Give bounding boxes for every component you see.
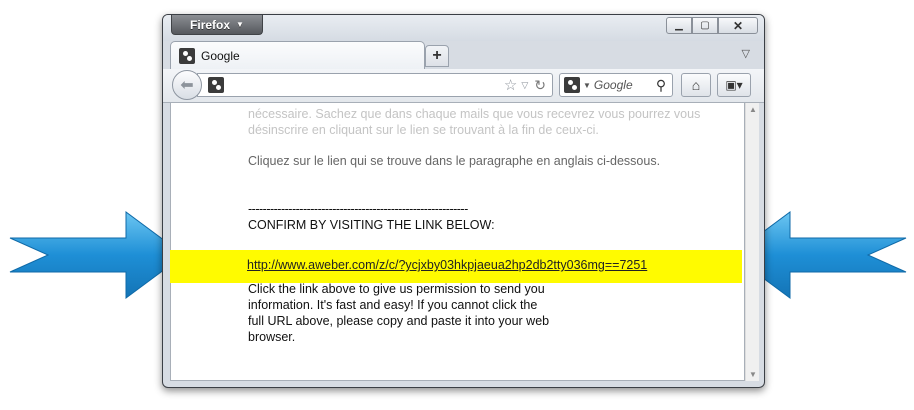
history-dropdown-icon[interactable]: ▽ [521, 80, 528, 91]
new-tab-button[interactable]: + [425, 45, 449, 67]
plus-icon: + [432, 47, 442, 64]
url-bar: ☆ ▽ ↻ [197, 73, 553, 97]
confirm-heading: CONFIRM BY VISITING THE LINK BELOW: [248, 218, 495, 232]
google-favicon-icon [179, 47, 195, 64]
reload-icon[interactable]: ↻ [534, 77, 546, 94]
scroll-up-icon[interactable]: ▲ [749, 105, 757, 114]
faded-text-line: désinscrire en cliquant sur le lien se t… [248, 123, 599, 137]
minimize-button[interactable]: ▁ [666, 17, 692, 34]
tab-google[interactable]: Google [170, 41, 425, 69]
firefox-menu-button[interactable]: Firefox ▼ [171, 15, 263, 35]
browser-window: Firefox ▼ ▁ ▢ ✕ Google + ▽ ☆ ▽ ↻ ⬅ ▼ Goo… [162, 14, 765, 388]
tab-strip: Google + ▽ [163, 39, 764, 69]
search-engine-dropdown-icon[interactable]: ▼ [583, 81, 591, 90]
confirm-link[interactable]: http://www.aweber.com/z/c/?ycjxby03hkpja… [247, 258, 647, 272]
bookmark-star-icon[interactable]: ☆ [504, 76, 517, 94]
body-text-line: Click the link above to give us permissi… [248, 282, 545, 296]
home-button[interactable]: ⌂ [681, 73, 711, 97]
chevron-down-icon: ▼ [236, 20, 244, 29]
page-content: nécessaire. Sachez que dans chaque mails… [170, 103, 745, 381]
tab-title: Google [201, 48, 240, 63]
url-input[interactable] [230, 75, 504, 95]
maximize-icon: ▢ [700, 20, 710, 31]
maximize-button[interactable]: ▢ [692, 17, 718, 34]
firefox-menu-label: Firefox [190, 17, 231, 32]
left-pointing-arrow-graphic [9, 211, 185, 299]
body-text-line: browser. [248, 330, 296, 344]
scroll-down-icon[interactable]: ▼ [749, 370, 757, 379]
search-engine-icon[interactable] [564, 77, 580, 93]
home-icon: ⌂ [691, 77, 701, 93]
bookmarks-icon: ▣▾ [725, 78, 743, 92]
search-icon[interactable]: ⚲ [656, 77, 666, 94]
bookmarks-button[interactable]: ▣▾ [717, 73, 751, 97]
back-button[interactable]: ⬅ [172, 70, 202, 100]
title-bar: Firefox ▼ ▁ ▢ ✕ [163, 15, 764, 41]
search-bar: ▼ ⚲ [559, 73, 673, 97]
vertical-scrollbar[interactable]: ▲ ▼ [745, 103, 759, 381]
close-icon: ✕ [732, 18, 744, 33]
screenshot-stage: Firefox ▼ ▁ ▢ ✕ Google + ▽ ☆ ▽ ↻ ⬅ ▼ Goo… [0, 0, 914, 410]
window-controls: ▁ ▢ ✕ [666, 17, 758, 34]
site-identity-favicon-icon[interactable] [208, 77, 224, 93]
body-text-line: full URL above, please copy and paste it… [248, 314, 550, 328]
body-text-line: information. It's fast and easy! If you … [248, 298, 538, 312]
close-button[interactable]: ✕ [718, 17, 758, 34]
navigation-toolbar: ☆ ▽ ↻ ⬅ ▼ ⚲ ⌂ ▣▾ [163, 69, 764, 103]
instruction-text: Cliquez sur le lien qui se trouve dans l… [248, 154, 661, 168]
search-input[interactable] [593, 78, 654, 92]
tab-list-chevron-icon[interactable]: ▽ [742, 47, 750, 60]
faded-text-line: nécessaire. Sachez que dans chaque mails… [248, 107, 701, 121]
separator-line: ----------------------------------------… [248, 202, 468, 216]
minimize-icon: ▁ [675, 20, 683, 31]
back-arrow-icon: ⬅ [180, 77, 194, 94]
